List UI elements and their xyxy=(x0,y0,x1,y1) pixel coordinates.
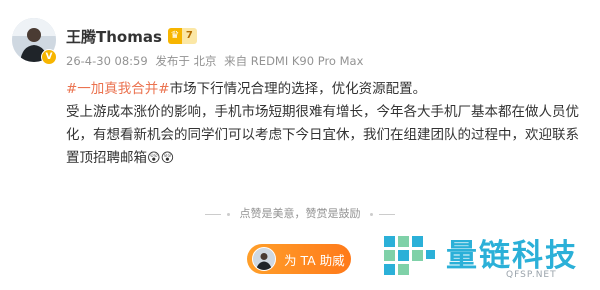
surprised-emoji-icon: 😲 xyxy=(147,151,161,166)
verified-badge-icon: V xyxy=(41,49,57,65)
surprised-emoji-icon: 😲 xyxy=(160,151,175,166)
assist-avatar xyxy=(252,247,276,271)
divider-dot xyxy=(370,212,373,216)
post-device: 来自 REDMI K90 Pro Max xyxy=(224,54,364,68)
post-time[interactable]: 26-4-30 08:59 xyxy=(66,54,148,68)
like-hint: 点赞是美意，赞赏是鼓励 xyxy=(0,205,600,221)
content-paragraph-2-text: 受上游成本涨价的影响，手机市场短期很难有增长，今年各大手机厂基本都在做人员优化，… xyxy=(66,104,579,166)
topic-link[interactable]: #一加真我合并# xyxy=(66,81,170,97)
watermark: 量链科技 QFSP.NET xyxy=(380,230,595,285)
assist-button-label: 为 TA 助威 xyxy=(284,252,345,268)
divider xyxy=(379,213,395,215)
content-line-1-text: 市场下行情况合理的选择，优化资源配置。 xyxy=(169,81,427,97)
fan-badge-level: 7 xyxy=(181,28,197,44)
divider xyxy=(205,213,221,215)
watermark-logo-icon xyxy=(384,236,435,275)
author-name[interactable]: 王腾Thomas xyxy=(66,26,162,47)
watermark-text: 量链科技 xyxy=(446,238,578,274)
content-line-1: #一加真我合并#市场下行情况合理的选择，优化资源配置。 xyxy=(66,78,586,101)
post-content: #一加真我合并#市场下行情况合理的选择，优化资源配置。 受上游成本涨价的影响，手… xyxy=(66,78,586,170)
content-paragraph-2: 受上游成本涨价的影响，手机市场短期很难有增长，今年各大手机厂基本都在做人员优化，… xyxy=(66,101,586,170)
post-location: 发布于 北京 xyxy=(155,54,217,68)
author-row: 王腾Thomas ♛ 7 xyxy=(66,25,197,47)
watermark-url: QFSP.NET xyxy=(506,270,557,280)
fan-badge[interactable]: ♛ 7 xyxy=(167,28,197,44)
assist-button[interactable]: 为 TA 助威 xyxy=(247,244,351,274)
post-meta: 26-4-30 08:59 发布于 北京 来自 REDMI K90 Pro Ma… xyxy=(66,53,367,69)
divider-dot xyxy=(227,212,230,216)
like-hint-text: 点赞是美意，赞赏是鼓励 xyxy=(239,207,361,220)
crown-icon: ♛ xyxy=(167,28,182,44)
